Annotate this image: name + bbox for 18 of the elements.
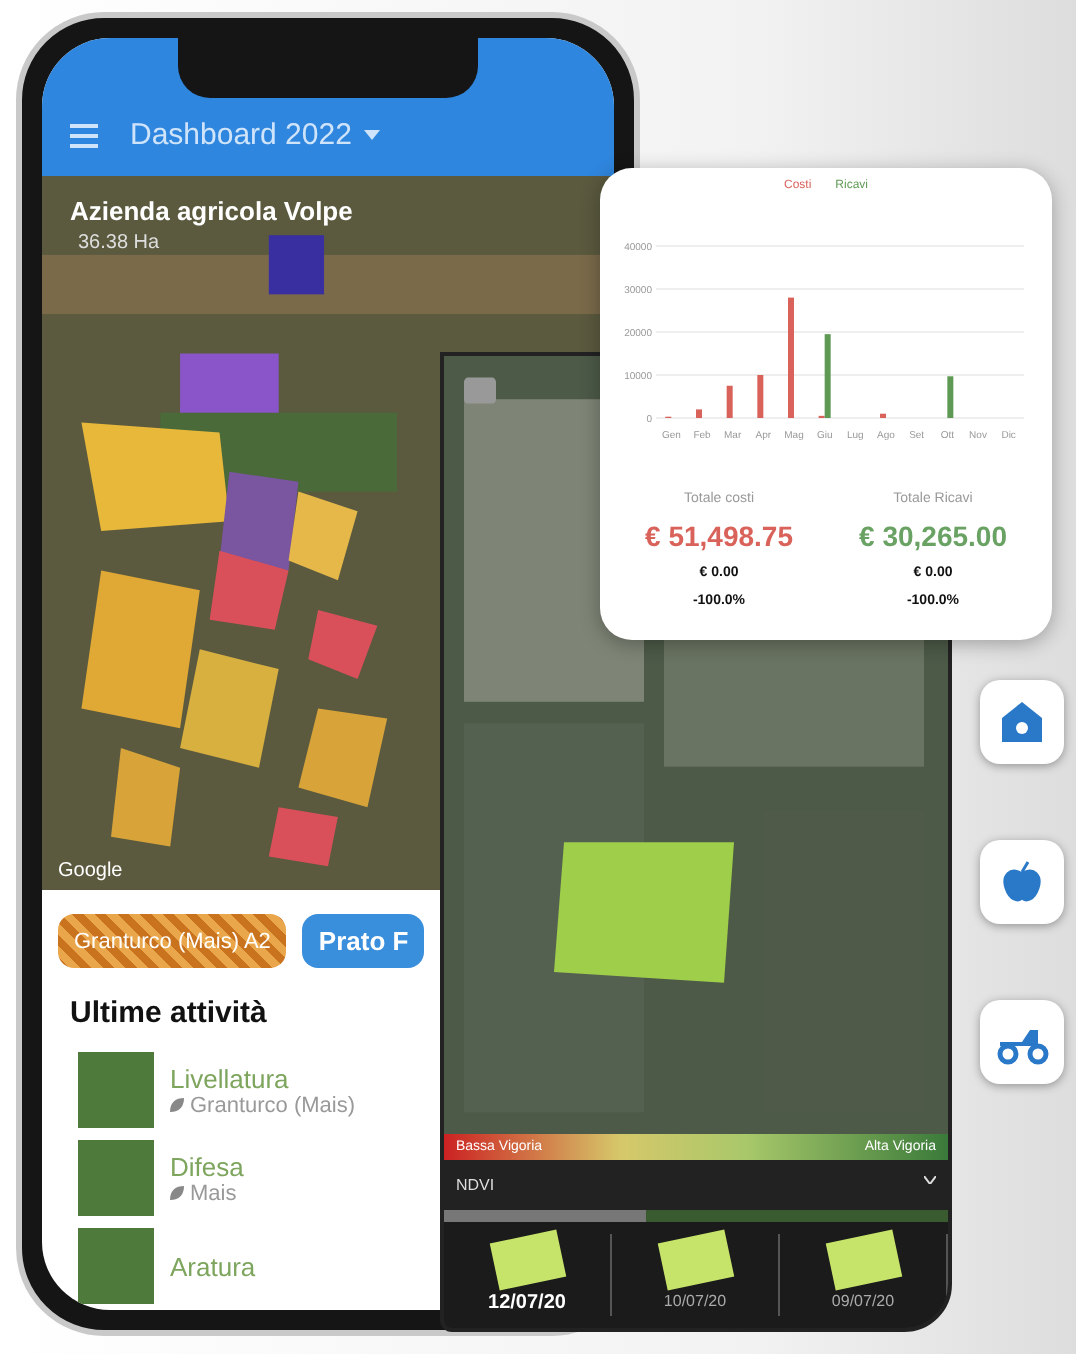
section-title: Ultime attività xyxy=(68,994,269,1034)
date-tile[interactable]: 12/07/20 xyxy=(444,1234,612,1316)
date-tile[interactable]: 09/07/20 xyxy=(780,1234,948,1316)
activity-name[interactable]: Livellatura xyxy=(170,1063,356,1093)
activity-crop: Mais xyxy=(190,1181,237,1205)
crop-chip[interactable]: Prato F xyxy=(302,914,425,968)
activity-name[interactable]: Aratura xyxy=(170,1251,256,1281)
farm-name: Azienda agricola Volpe xyxy=(70,196,353,226)
total-value: € 51,498.75 xyxy=(645,520,793,552)
farm-area: 36.38 Ha xyxy=(78,232,160,254)
total-value: € 30,265.00 xyxy=(859,520,1007,552)
activity-name[interactable]: Difesa xyxy=(170,1151,244,1181)
app-title[interactable]: Dashboard 2022 xyxy=(130,118,352,152)
index-dropdown[interactable]: NDVI xyxy=(444,1160,948,1210)
activity-crop: Granturco (Mais) xyxy=(190,1093,356,1117)
crop-chip[interactable]: Granturco (Mais) A2 xyxy=(58,914,287,968)
map-attribution: Google xyxy=(58,860,123,882)
date-tile[interactable]: 10/07/20 xyxy=(612,1234,780,1316)
